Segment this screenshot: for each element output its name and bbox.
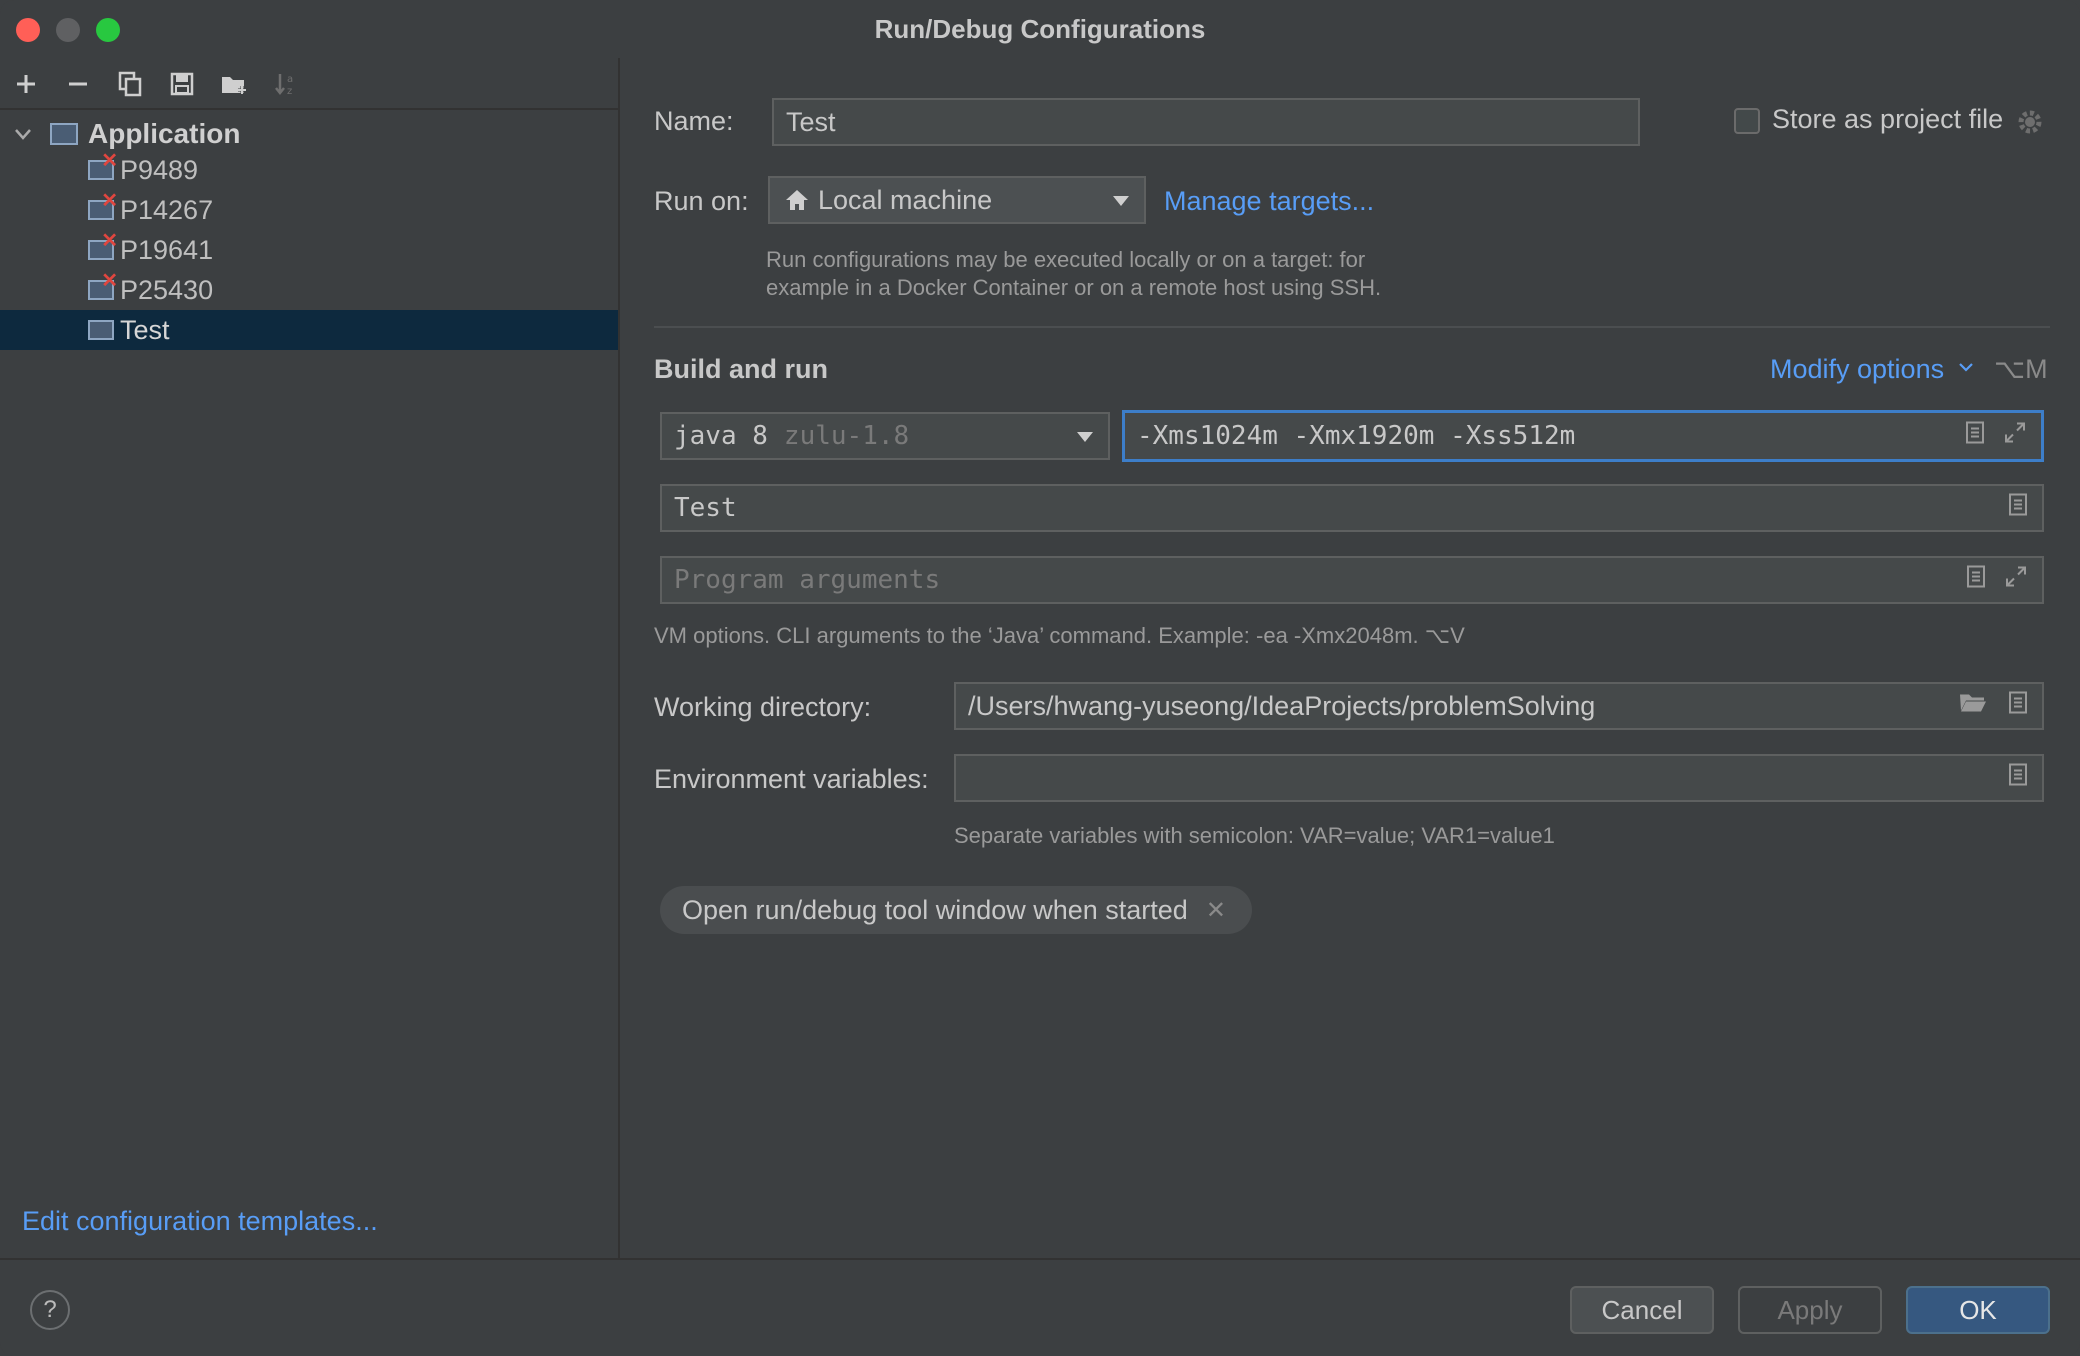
divider [654, 326, 2050, 328]
modify-options-shortcut: ⌥M [1994, 354, 2048, 384]
store-project-label: Store as project file [1772, 104, 2004, 134]
working-directory-label: Working directory: [654, 692, 872, 722]
config-icon [88, 320, 114, 340]
run-on-hint-line2: example in a Docker Container or on a re… [766, 275, 1382, 300]
window-title: Run/Debug Configurations [874, 14, 1206, 44]
run-on-label: Run on: [654, 186, 749, 216]
tree-item-label: P14267 [120, 194, 214, 225]
new-folder-icon[interactable] [218, 68, 250, 100]
chevron-down-icon[interactable] [1958, 360, 1974, 378]
help-button[interactable]: ? [30, 1290, 70, 1330]
environment-variables-hint: Separate variables with semicolon: VAR=v… [954, 823, 1555, 848]
folder-icon[interactable] [1958, 691, 1988, 722]
tree-item-p9489[interactable]: ✕ P9489 [0, 150, 618, 190]
tree-toolbar: az [0, 58, 618, 110]
edit-templates-link[interactable]: Edit configuration templates... [22, 1206, 378, 1237]
cancel-button[interactable]: Cancel [1570, 1286, 1714, 1334]
clipboard-icon[interactable] [1966, 565, 1986, 596]
vm-options-field[interactable]: -Xms1024m -Xmx1920m -Xss512m [1122, 410, 2044, 462]
tree-item-p14267[interactable]: ✕ P14267 [0, 190, 618, 230]
main-class-field[interactable]: Test [660, 484, 2044, 532]
vm-options-hint: VM options. CLI arguments to the ‘Java’ … [654, 623, 1465, 648]
working-directory-field[interactable]: /Users/hwang-yuseong/IdeaProjects/proble… [954, 682, 2044, 730]
name-field-value: Test [786, 106, 836, 137]
modify-options-link[interactable]: Modify options [1770, 354, 1944, 385]
tree-item-p19641[interactable]: ✕ P19641 [0, 230, 618, 270]
jdk-detail: zulu-1.8 [783, 421, 910, 451]
config-error-icon: ✕ [88, 270, 118, 300]
config-error-icon: ✕ [88, 190, 118, 220]
clipboard-icon[interactable] [2008, 493, 2028, 524]
name-label: Name: [654, 106, 734, 136]
title-bar: Run/Debug Configurations [0, 0, 2080, 58]
copy-icon[interactable] [114, 68, 146, 100]
gear-icon[interactable] [2016, 108, 2044, 141]
option-tag-label: Open run/debug tool window when started [682, 894, 1188, 925]
svg-text:a: a [287, 74, 293, 85]
run-on-hint-line1: Run configurations may be executed local… [766, 247, 1366, 272]
main-class-value: Test [674, 493, 737, 523]
tree-item-label: Test [120, 314, 170, 345]
minus-icon[interactable] [62, 68, 94, 100]
clipboard-icon[interactable] [1965, 421, 1985, 452]
config-error-icon: ✕ [88, 150, 118, 180]
run-on-select[interactable]: Local machine [768, 176, 1146, 224]
tree-item-p25430[interactable]: ✕ P25430 [0, 270, 618, 310]
tree-item-label: P9489 [120, 154, 199, 185]
expand-icon[interactable] [2003, 421, 2027, 452]
working-directory-value: /Users/hwang-yuseong/IdeaProjects/proble… [968, 690, 1596, 721]
section-title: Build and run [654, 354, 828, 384]
tree-item-test[interactable]: Test [0, 310, 618, 350]
store-project-checkbox[interactable] [1734, 108, 1760, 134]
application-icon [50, 123, 78, 145]
environment-variables-label: Environment variables: [654, 764, 929, 794]
config-tree-panel: az Application ✕ P9489 ✕ P14267 ✕ P19641… [0, 58, 620, 1258]
program-arguments-placeholder: Program arguments [674, 565, 941, 595]
home-icon [784, 188, 810, 212]
ok-button[interactable]: OK [1906, 1286, 2050, 1334]
plus-icon[interactable] [10, 68, 42, 100]
run-debug-dialog: Run/Debug Configurations az Application … [0, 0, 2080, 1356]
dropdown-arrow-icon [1112, 194, 1130, 212]
manage-targets-link[interactable]: Manage targets... [1164, 186, 1374, 217]
program-arguments-field[interactable]: Program arguments [660, 556, 2044, 604]
dialog-footer: ? Cancel Apply OK [0, 1258, 2080, 1356]
environment-variables-field[interactable] [954, 754, 2044, 802]
option-tag-open-tool-window[interactable]: Open run/debug tool window when started … [660, 886, 1252, 934]
tree-item-label: P19641 [120, 234, 214, 265]
save-icon[interactable] [166, 68, 198, 100]
clipboard-icon[interactable] [2008, 763, 2028, 794]
name-field[interactable]: Test [772, 98, 1640, 146]
tree-item-label: P25430 [120, 274, 214, 305]
clipboard-icon[interactable] [2008, 691, 2028, 722]
tree-root-application[interactable]: Application [10, 114, 240, 154]
config-error-icon: ✕ [88, 230, 118, 260]
chevron-down-icon[interactable] [10, 123, 36, 146]
tree-root-label: Application [88, 118, 241, 149]
sort-icon[interactable]: az [270, 68, 302, 100]
jdk-select[interactable]: java 8 zulu-1.8 [660, 412, 1110, 460]
expand-icon[interactable] [2004, 565, 2028, 596]
close-icon[interactable]: ✕ [1206, 896, 1226, 925]
apply-button[interactable]: Apply [1738, 1286, 1882, 1334]
jdk-value: java 8 [674, 421, 768, 451]
svg-text:z: z [287, 86, 292, 97]
dropdown-arrow-icon [1076, 430, 1094, 448]
run-on-value: Local machine [818, 184, 993, 215]
vm-options-value: -Xms1024m -Xmx1920m -Xss512m [1137, 421, 1576, 451]
